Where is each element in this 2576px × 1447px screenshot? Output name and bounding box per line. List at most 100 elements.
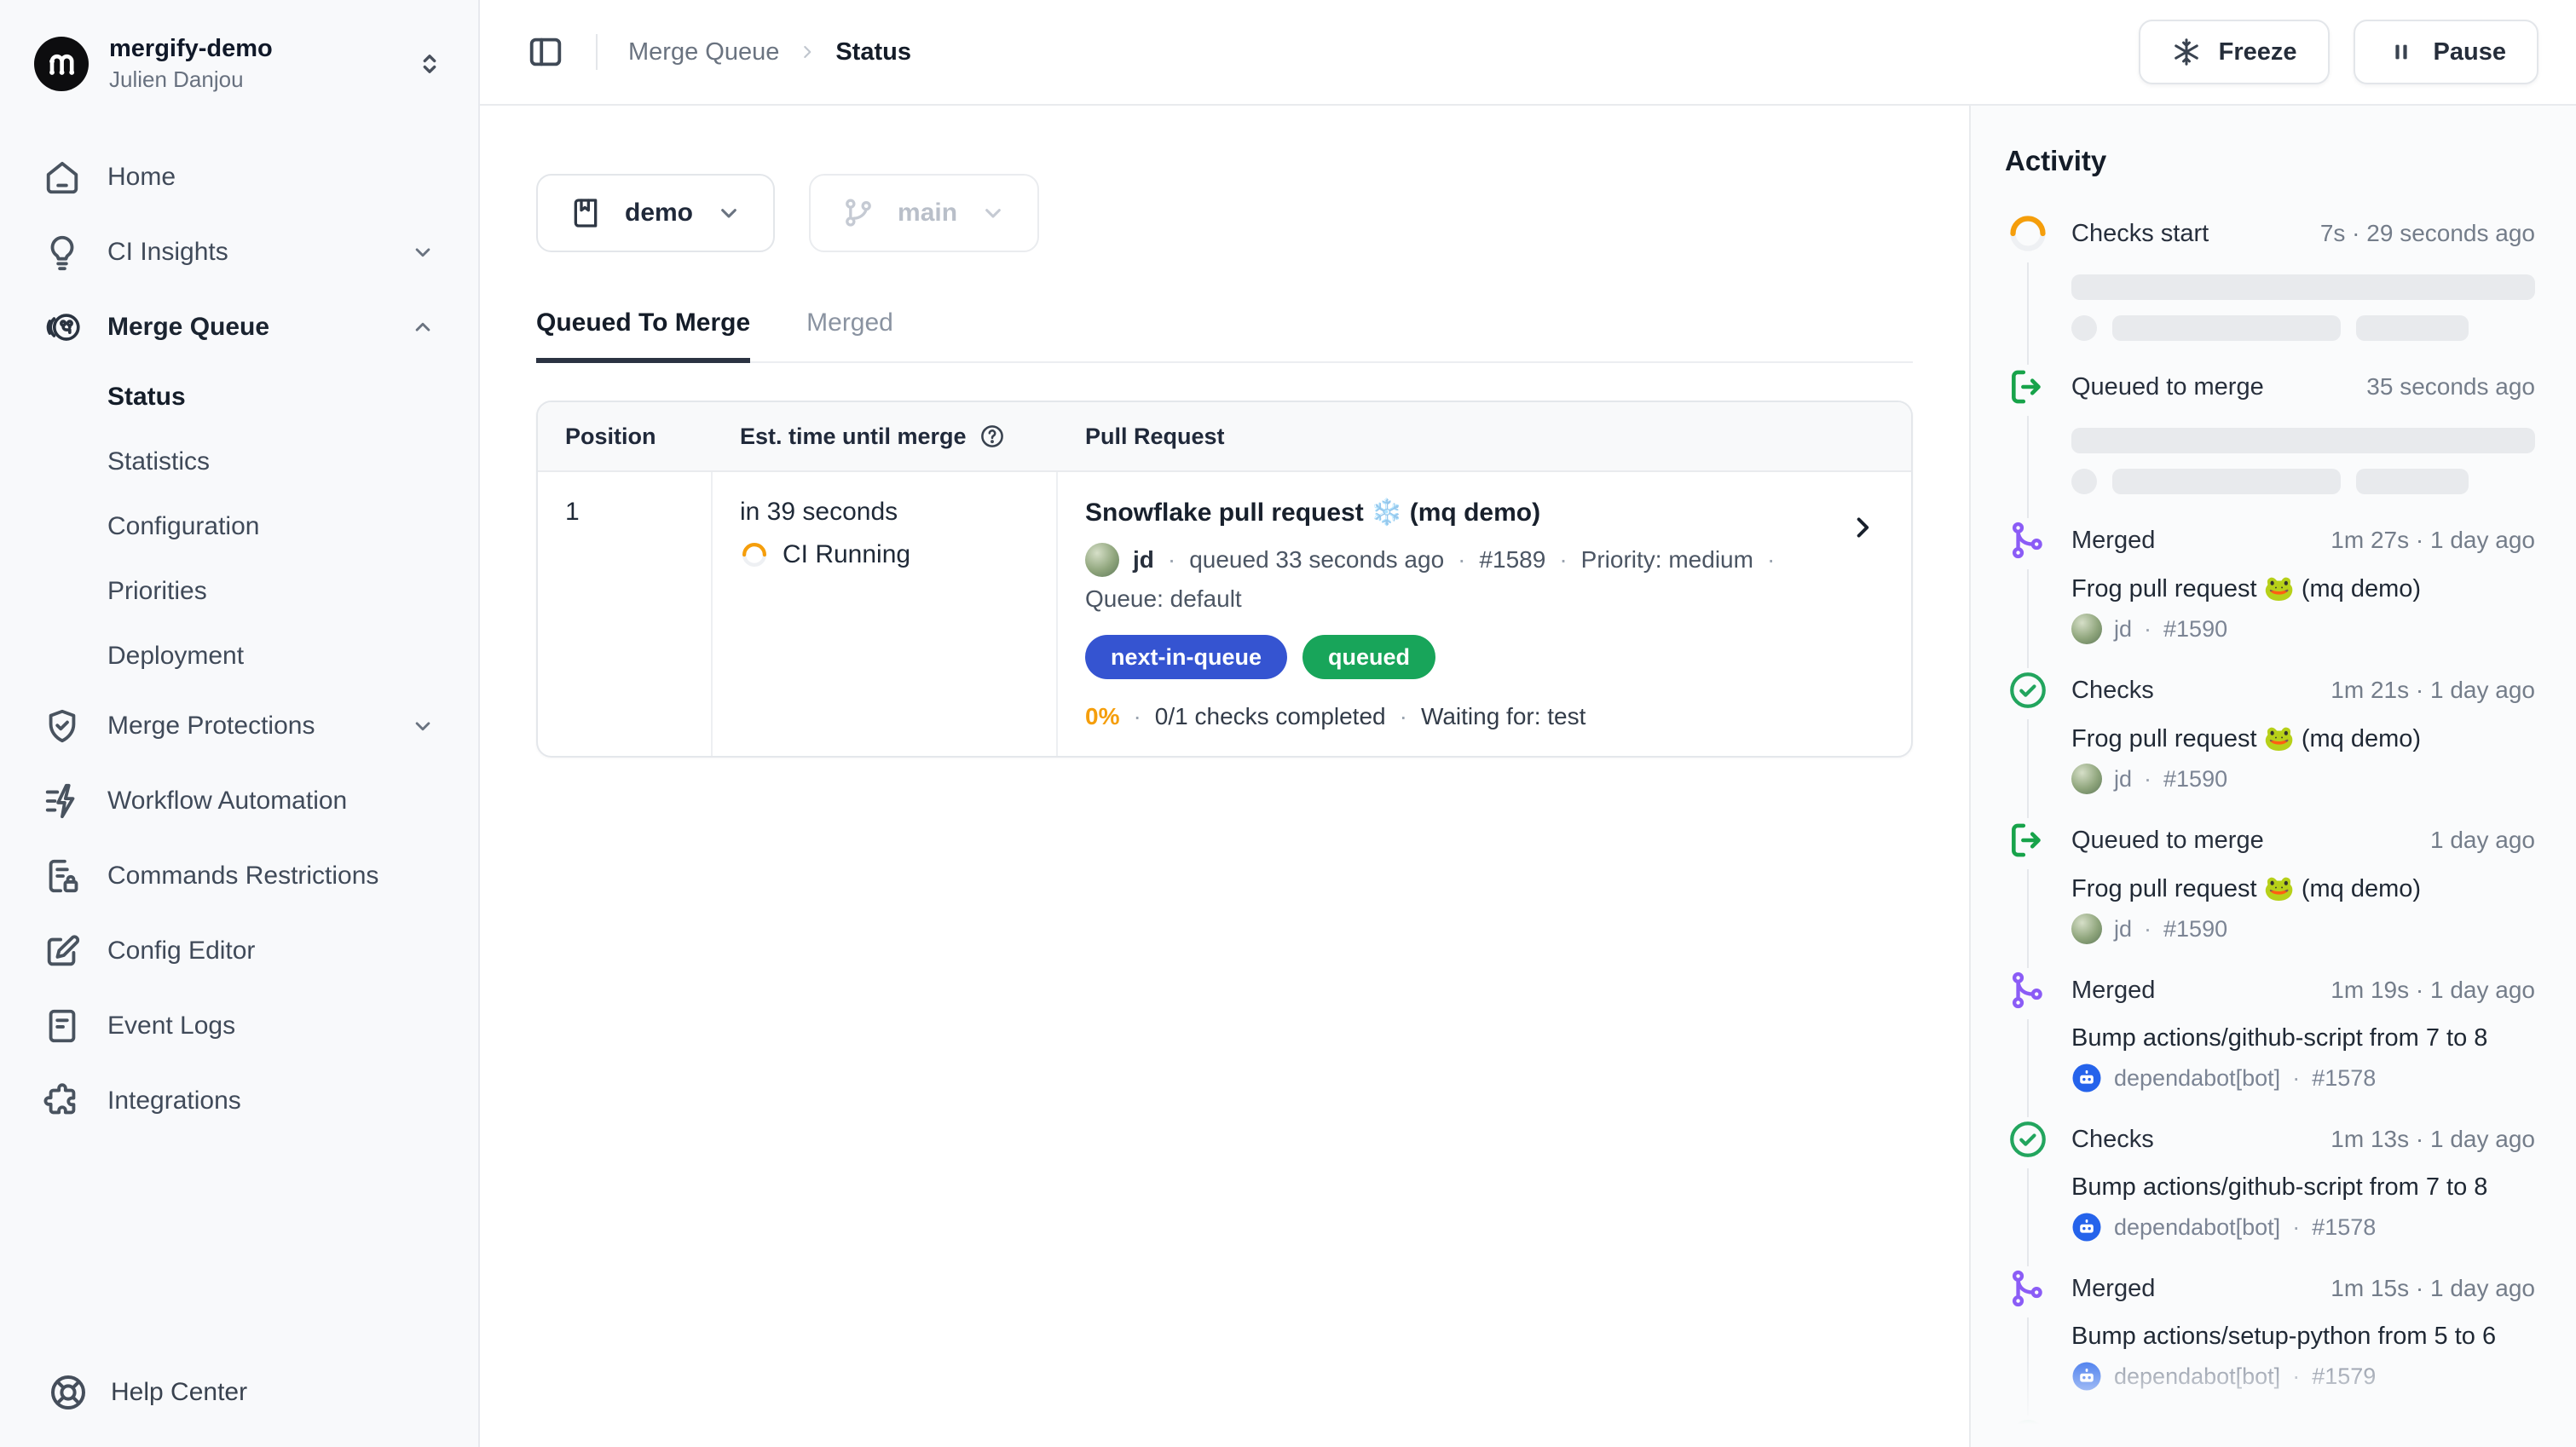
chevron-down-icon (715, 199, 742, 227)
spinner-icon (740, 540, 769, 569)
pr-meta: jd · queued 33 seconds ago · #1589 · Pri… (1085, 543, 1809, 577)
git-merge-icon (2006, 1266, 2050, 1311)
repository-icon (569, 196, 603, 230)
activity-pr-title[interactable]: Frog pull request 🐸 (mq demo) (2071, 724, 2535, 753)
activity-item[interactable]: Queued to merge 1 day ago Frog pull requ… (2005, 818, 2535, 968)
activity-time: 1 day ago (2415, 827, 2535, 854)
activity-item[interactable]: Checks 1m 13s · 1 day ago Bump actions/g… (2005, 1117, 2535, 1266)
activity-pr-title[interactable]: Bump actions/github-script from 7 to 8 (2071, 1173, 2535, 1202)
activity-item[interactable]: Merged 1m 19s · 1 day ago Bump actions/g… (2005, 968, 2535, 1117)
activity-pr-author: jd · #1590 (2071, 764, 2535, 794)
activity-pr-title[interactable]: Frog pull request 🐸 (mq demo) (2071, 574, 2535, 603)
tab-queued-to-merge[interactable]: Queued To Merge (536, 308, 750, 363)
skeleton-row (2071, 315, 2535, 341)
help-center-link[interactable]: Help Center (0, 1372, 478, 1413)
repository-value: demo (625, 199, 693, 228)
timeline-connector (2027, 1019, 2029, 1117)
activity-item-body: Merged 1m 27s · 1 day ago Frog pull requ… (2071, 518, 2535, 668)
activity-time: 35 seconds ago (2351, 373, 2535, 401)
table-row[interactable]: 1 in 39 seconds CI Running Snowflake pul… (538, 472, 1911, 756)
sidebar-item-configuration[interactable]: Configuration (29, 494, 449, 559)
topbar: Merge Queue Status Freeze Pause (480, 0, 2576, 106)
sidebar-item-integrations[interactable]: Integrations (29, 1064, 449, 1139)
activity-item[interactable]: Checks 1m 21s · 1 day ago Frog pull requ… (2005, 668, 2535, 818)
tab-merged[interactable]: Merged (806, 308, 893, 361)
timeline-rail (2005, 1266, 2051, 1415)
activity-pr-title[interactable]: Bump actions/setup-python from 5 to 6 (2071, 1323, 2535, 1351)
pr-queue: Queue: default (1085, 585, 1809, 613)
sidebar-nav: Home CI Insights Merge Queue Status Stat… (0, 118, 478, 1372)
badge-queued: queued (1302, 635, 1435, 679)
sidebar-item-statistics[interactable]: Statistics (29, 429, 449, 494)
mergify-logo (34, 37, 89, 91)
pr-number[interactable]: #1589 (1479, 546, 1545, 574)
activity-pr-title[interactable]: Frog pull request 🐸 (mq demo) (2071, 874, 2535, 903)
dependabot-avatar (2071, 1212, 2102, 1242)
pr-title[interactable]: Snowflake pull request ❄️ (mq demo) (1085, 498, 1809, 527)
sidebar-item-workflow-automation[interactable]: Workflow Automation (29, 764, 449, 839)
pr-number[interactable]: #1590 (2163, 916, 2227, 943)
lightbulb-icon (43, 233, 82, 272)
timeline-connector (2027, 416, 2029, 518)
sidebar-item-home[interactable]: Home (29, 140, 449, 215)
pr-badges: next-in-queue queued (1085, 635, 1809, 679)
sidebar-item-commands-restrictions[interactable]: Commands Restrictions (29, 839, 449, 914)
repository-select[interactable]: demo (536, 174, 775, 252)
timeline-connector (2027, 1168, 2029, 1266)
activity-pr-title[interactable]: Bump actions/github-script from 7 to 8 (2071, 1024, 2535, 1052)
sidebar-item-config-editor[interactable]: Config Editor (29, 914, 449, 989)
chevron-down-icon (979, 199, 1007, 227)
column-pull-request: Pull Request (1058, 402, 1911, 470)
pr-number[interactable]: #1590 (2163, 616, 2227, 643)
sidebar-item-label: CI Insights (107, 238, 228, 267)
avatar (1085, 543, 1119, 577)
skeleton-bar (2071, 274, 2535, 300)
pr-number[interactable]: #1579 (2312, 1363, 2376, 1390)
skeleton-bar (2112, 315, 2341, 341)
sidebar-item-deployment[interactable]: Deployment (29, 624, 449, 689)
activity-item[interactable]: Merged 1m 27s · 1 day ago Frog pull requ… (2005, 518, 2535, 668)
pr-number[interactable]: #1590 (2163, 766, 2227, 793)
pr-author[interactable]: jd (1133, 546, 1154, 574)
sidebar-item-priorities[interactable]: Priorities (29, 559, 449, 624)
activity-item[interactable]: Queued to merge 35 seconds ago (2005, 365, 2535, 518)
avatar (2071, 914, 2102, 944)
help-circle-icon[interactable] (979, 423, 1006, 450)
checks-progress: 0% (1085, 703, 1119, 730)
row-expand-chevron-icon[interactable] (1845, 510, 1880, 545)
column-position: Position (538, 402, 713, 470)
activity-item[interactable]: Checks start 7s · 29 seconds ago (2005, 211, 2535, 365)
topbar-divider (596, 34, 598, 70)
row-pull-request: Snowflake pull request ❄️ (mq demo) jd ·… (1058, 472, 1911, 756)
sidebar-item-event-logs[interactable]: Event Logs (29, 989, 449, 1064)
breadcrumb-merge-queue[interactable]: Merge Queue (628, 38, 779, 66)
sidebar: mergify-demo Julien Danjou Home CI Insig… (0, 0, 480, 1447)
sidebar-item-label: Workflow Automation (107, 787, 347, 816)
check-circle-icon (2006, 1117, 2050, 1162)
check-circle-icon (2006, 668, 2050, 712)
activity-pr-author: jd · #1590 (2071, 914, 2535, 944)
activity-time: 1m 9s · 1 day ago (2329, 1424, 2535, 1447)
puzzle-icon (43, 1081, 82, 1121)
activity-item-body: Queued to merge 35 seconds ago (2071, 365, 2535, 518)
separator: · (2144, 916, 2151, 943)
freeze-button[interactable]: Freeze (2139, 20, 2330, 84)
sidebar-item-label: Event Logs (107, 1012, 235, 1041)
activity-item[interactable]: Checks 1m 9s · 1 day ago Bump actions/se… (2005, 1415, 2535, 1447)
sidebar-item-label: Integrations (107, 1087, 241, 1116)
org-switcher[interactable]: mergify-demo Julien Danjou (0, 26, 478, 118)
sidebar-item-merge-protections[interactable]: Merge Protections (29, 689, 449, 764)
activity-item[interactable]: Merged 1m 15s · 1 day ago Bump actions/s… (2005, 1266, 2535, 1415)
pr-number[interactable]: #1578 (2312, 1214, 2376, 1241)
sidebar-item-merge-queue[interactable]: Merge Queue (29, 290, 449, 365)
eta-value: in 39 seconds (740, 498, 1029, 527)
branch-select[interactable]: main (809, 174, 1039, 252)
git-merge-icon (2006, 968, 2050, 1012)
pause-button[interactable]: Pause (2354, 20, 2538, 84)
sidebar-toggle-button[interactable] (526, 32, 565, 72)
sidebar-item-status[interactable]: Status (29, 365, 449, 429)
sidebar-item-ci-insights[interactable]: CI Insights (29, 215, 449, 290)
chevron-right-icon (796, 41, 818, 63)
org-user: Julien Danjou (109, 66, 273, 94)
pr-number[interactable]: #1578 (2312, 1065, 2376, 1092)
